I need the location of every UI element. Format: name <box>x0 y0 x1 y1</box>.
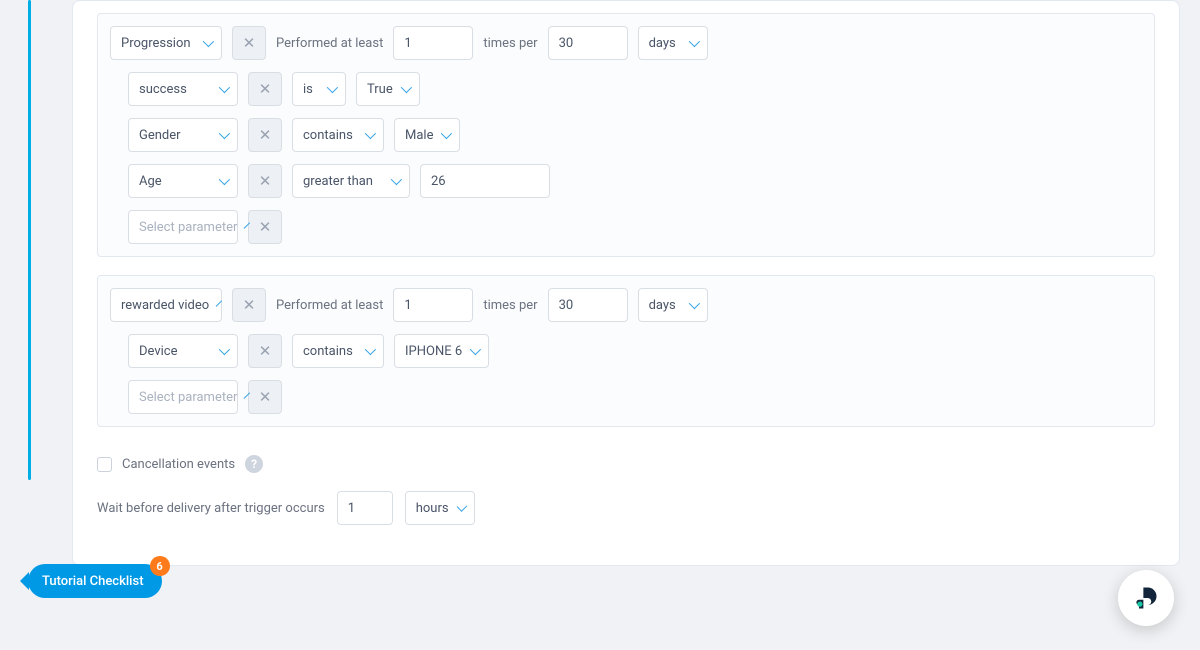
window-count-input[interactable] <box>548 26 628 60</box>
remove-button[interactable]: ✕ <box>248 334 282 368</box>
chevron-down-icon <box>365 128 376 139</box>
rule-header-row: rewarded video ✕ Performed at least times p… <box>110 288 1142 322</box>
param-placeholder-row: Select parameter ✕ <box>110 380 1142 414</box>
param-op-select-label: is <box>303 82 313 97</box>
param-row: Gender ✕ contains Male <box>110 118 1142 152</box>
times-per-label: times per <box>483 298 537 313</box>
param-name-select[interactable]: Gender <box>128 118 238 152</box>
chevron-down-icon <box>219 344 230 355</box>
param-name-select[interactable]: Device <box>128 334 238 368</box>
window-unit-select[interactable]: days <box>638 26 708 60</box>
rule-block: Progression ✕ Performed at least times per d… <box>97 13 1155 257</box>
event-select-label: rewarded video <box>121 298 209 313</box>
param-name-select-label: Device <box>139 344 178 359</box>
remove-button[interactable]: ✕ <box>232 288 266 322</box>
help-icon[interactable]: ? <box>245 455 263 473</box>
param-row: success ✕ is True <box>110 72 1142 106</box>
param-placeholder-select[interactable]: Select parameter <box>128 210 238 244</box>
param-placeholder-row: Select parameter ✕ <box>110 210 1142 244</box>
chevron-down-icon <box>456 501 467 512</box>
chevron-down-icon <box>219 128 230 139</box>
param-value-select-label: True <box>367 82 393 97</box>
at-least-input[interactable] <box>393 288 473 322</box>
param-name-select[interactable]: success <box>128 72 238 106</box>
chevron-down-icon <box>441 128 452 139</box>
tutorial-checklist-button[interactable]: Tutorial Checklist 6 <box>28 564 162 598</box>
chevron-down-icon <box>216 300 222 306</box>
brand-launcher-button[interactable] <box>1118 570 1174 626</box>
param-value-select[interactable]: Male <box>394 118 460 152</box>
cancellation-events-label: Cancellation events <box>122 457 235 472</box>
param-value-select-label: Male <box>405 128 433 143</box>
chevron-down-icon <box>391 174 402 185</box>
trigger-card: Progression ✕ Performed at least times per d… <box>72 0 1180 566</box>
wait-before-label: Wait before delivery after trigger occur… <box>97 501 325 516</box>
param-name-select[interactable]: Age <box>128 164 238 198</box>
wait-amount-input[interactable] <box>337 491 393 525</box>
param-op-select-label: greater than <box>303 174 373 189</box>
remove-button[interactable]: ✕ <box>248 72 282 106</box>
chevron-down-icon <box>688 36 699 47</box>
window-unit-select[interactable]: days <box>638 288 708 322</box>
brand-icon <box>1132 584 1160 612</box>
event-select[interactable]: Progression <box>110 26 222 60</box>
param-row: Age ✕ greater than <box>110 164 1142 198</box>
chevron-down-icon <box>401 82 412 93</box>
chevron-down-icon <box>688 298 699 309</box>
cancellation-events-row: Cancellation events ? <box>97 445 1155 483</box>
window-unit-select-label: days <box>649 298 676 313</box>
performed-at-least-label: Performed at least <box>276 36 383 51</box>
chevron-down-icon <box>327 82 338 93</box>
param-name-select-label: Age <box>139 174 162 189</box>
performed-at-least-label: Performed at least <box>276 298 383 313</box>
chevron-down-icon <box>203 36 214 47</box>
event-select[interactable]: rewarded video <box>110 288 222 322</box>
param-name-select-label: Gender <box>139 128 181 143</box>
param-op-select[interactable]: contains <box>292 118 384 152</box>
param-value-select[interactable]: IPHONE 6 <box>394 334 489 368</box>
times-per-label: times per <box>483 36 537 51</box>
chevron-down-icon <box>219 82 230 93</box>
chevron-down-icon <box>470 344 481 355</box>
event-select-label: Progression <box>121 36 191 51</box>
param-op-select-label: contains <box>303 128 353 143</box>
param-placeholder-select[interactable]: Select parameter <box>128 380 238 414</box>
remove-button[interactable]: ✕ <box>248 210 282 244</box>
param-value-select[interactable]: True <box>356 72 420 106</box>
tutorial-checklist-badge: 6 <box>150 556 170 576</box>
wait-unit-select[interactable]: hours <box>405 491 475 525</box>
chevron-down-icon <box>365 344 376 355</box>
param-op-select[interactable]: contains <box>292 334 384 368</box>
remove-button[interactable]: ✕ <box>248 118 282 152</box>
wait-unit-label: hours <box>416 501 449 516</box>
wait-before-row: Wait before delivery after trigger occur… <box>97 483 1155 541</box>
at-least-input[interactable] <box>393 26 473 60</box>
window-unit-select-label: days <box>649 36 676 51</box>
param-op-select-label: contains <box>303 344 353 359</box>
remove-button[interactable]: ✕ <box>248 380 282 414</box>
cancellation-events-checkbox[interactable] <box>97 457 112 472</box>
chevron-down-icon <box>219 174 230 185</box>
param-value-input[interactable] <box>420 164 550 198</box>
rule-block: rewarded video ✕ Performed at least times p… <box>97 275 1155 427</box>
tutorial-checklist-label: Tutorial Checklist <box>42 574 144 589</box>
param-op-select[interactable]: greater than <box>292 164 410 198</box>
rule-header-row: Progression ✕ Performed at least times per d… <box>110 26 1142 60</box>
window-count-input[interactable] <box>548 288 628 322</box>
remove-button[interactable]: ✕ <box>248 164 282 198</box>
param-row: Device ✕ contains IPHONE 6 <box>110 334 1142 368</box>
timeline-rail <box>28 0 31 480</box>
param-placeholder-select-label: Select parameter <box>139 220 237 235</box>
param-op-select[interactable]: is <box>292 72 346 106</box>
param-placeholder-select-label: Select parameter <box>139 390 237 405</box>
remove-button[interactable]: ✕ <box>232 26 266 60</box>
param-name-select-label: success <box>139 82 187 97</box>
param-value-select-label: IPHONE 6 <box>405 344 462 359</box>
